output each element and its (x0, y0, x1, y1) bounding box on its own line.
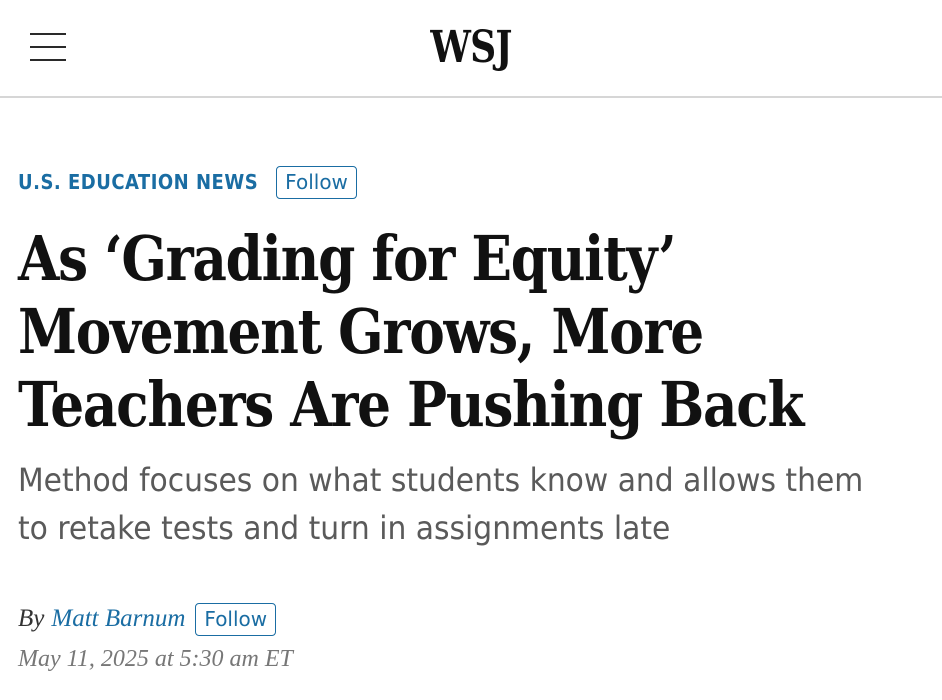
dek-line: Method focuses on what students know and… (18, 461, 864, 499)
headline-line: Movement Grows, More (18, 295, 704, 368)
top-navigation-bar: WSJ (0, 0, 942, 98)
section-label-link[interactable]: U.S. EDUCATION NEWS (18, 170, 258, 194)
menu-line (30, 46, 66, 48)
section-row: U.S. EDUCATION NEWS Follow (18, 164, 357, 200)
byline: By Matt Barnum Follow (18, 600, 277, 638)
follow-section-button[interactable]: Follow (276, 165, 357, 199)
menu-line (30, 59, 66, 61)
follow-author-button[interactable]: Follow (195, 602, 277, 636)
article-dek: Method focuses on what students know and… (18, 456, 864, 552)
author-link[interactable]: Matt Barnum (51, 605, 185, 633)
wsj-logo[interactable]: WSJ (85, 22, 857, 73)
headline-line: Teachers Are Pushing Back (18, 368, 804, 441)
publish-date: May 11, 2025 at 5:30 am ET (18, 646, 293, 672)
headline-line: As ‘Grading for Equity’ (18, 222, 677, 295)
dek-line: to retake tests and turn in assignments … (18, 509, 671, 547)
byline-prefix: By (18, 605, 45, 632)
hamburger-menu-icon[interactable] (28, 30, 68, 64)
menu-line (30, 33, 66, 35)
article-page: WSJ U.S. EDUCATION NEWS Follow As ‘Gradi… (0, 0, 942, 700)
article-headline: As ‘Grading for Equity’ Movement Grows, … (18, 222, 928, 441)
